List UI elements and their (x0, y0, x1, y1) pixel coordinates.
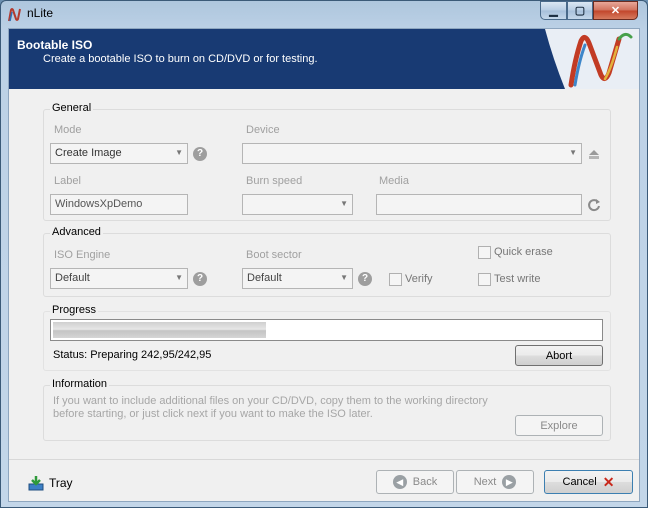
device-label: Device (246, 124, 280, 136)
help-icon[interactable]: ? (193, 272, 207, 286)
media-field (376, 194, 582, 215)
minimize-button[interactable]: ▁ (540, 1, 567, 20)
boot-sector-combobox[interactable]: Default ▼ (242, 268, 353, 289)
tray-button[interactable]: Tray (27, 474, 73, 492)
page-subtitle: Create a bootable ISO to burn on CD/DVD … (43, 53, 318, 65)
quick-erase-label: Quick erase (494, 246, 553, 258)
abort-button[interactable]: Abort (515, 345, 603, 366)
information-text: If you want to include additional files … (53, 395, 488, 420)
iso-engine-label: ISO Engine (54, 249, 111, 261)
close-button[interactable]: ✕ (593, 1, 638, 20)
mode-combobox[interactable]: Create Image ▼ (50, 143, 188, 164)
wizard-page: Bootable ISO Create a bootable ISO to bu… (8, 28, 640, 502)
tray-icon (28, 476, 44, 491)
cancel-button-label: Cancel (562, 476, 597, 488)
boot-sector-value: Default (247, 272, 282, 284)
label-field[interactable]: WindowsXpDemo (50, 194, 188, 215)
iso-engine-combobox[interactable]: Default ▼ (50, 268, 188, 289)
verify-checkbox[interactable] (389, 273, 402, 286)
device-combobox[interactable]: ▼ (242, 143, 582, 164)
information-group-title: Information (50, 378, 110, 390)
maximize-button[interactable]: ▢ (567, 1, 593, 20)
test-write-checkbox[interactable] (478, 273, 491, 286)
cancel-button[interactable]: Cancel ✕ (544, 470, 633, 494)
help-icon[interactable]: ? (358, 272, 372, 286)
general-group-title: General (50, 102, 94, 114)
eject-drive-icon[interactable] (586, 146, 602, 162)
next-button-label: Next (473, 476, 497, 488)
boot-sector-label: Boot sector (246, 249, 302, 261)
back-arrow-icon: ◀ (392, 475, 407, 489)
title-bar[interactable]: nLite ▁ ▢ ✕ (1, 1, 647, 27)
quick-erase-checkbox[interactable] (478, 246, 491, 259)
iso-engine-value: Default (55, 272, 90, 284)
refresh-icon[interactable] (586, 197, 602, 213)
status-text: Status: Preparing 242,95/242,95 (53, 349, 212, 361)
page-header: Bootable ISO Create a bootable ISO to bu… (9, 29, 639, 89)
explore-button-label: Explore (540, 419, 578, 432)
mode-label: Mode (54, 124, 82, 136)
progress-bar (50, 319, 603, 341)
progress-bar-fill (53, 322, 266, 338)
tray-label: Tray (49, 476, 73, 490)
test-write-label: Test write (494, 273, 541, 285)
back-button-label: Back (412, 476, 438, 488)
window-title: nLite (27, 6, 54, 20)
chevron-down-icon: ▼ (340, 273, 348, 282)
chevron-down-icon: ▼ (175, 273, 183, 282)
next-arrow-icon: ▶ (502, 475, 517, 489)
chevron-down-icon: ▼ (569, 148, 577, 157)
cancel-x-icon: ✕ (602, 473, 615, 490)
back-button[interactable]: ◀ Back (376, 470, 454, 494)
label-label: Label (54, 175, 81, 187)
advanced-group-title: Advanced (50, 226, 103, 238)
footer-divider (9, 459, 639, 460)
abort-button-label: Abort (545, 349, 573, 362)
burn-speed-combobox[interactable]: ▼ (242, 194, 353, 215)
next-button[interactable]: Next ▶ (456, 470, 534, 494)
mode-value: Create Image (55, 147, 122, 159)
page-title: Bootable ISO (17, 38, 93, 52)
progress-group-title: Progress (50, 304, 99, 316)
help-icon[interactable]: ? (193, 147, 207, 161)
explore-button[interactable]: Explore (515, 415, 603, 436)
media-label: Media (379, 175, 409, 187)
nlite-app-icon (8, 8, 21, 22)
nlite-window: nLite ▁ ▢ ✕ Bootable ISO Create a bootab… (0, 0, 648, 508)
nlite-logo (545, 29, 639, 89)
chevron-down-icon: ▼ (175, 148, 183, 157)
verify-label: Verify (405, 273, 433, 285)
burn-speed-label: Burn speed (246, 175, 303, 187)
chevron-down-icon: ▼ (340, 199, 348, 208)
